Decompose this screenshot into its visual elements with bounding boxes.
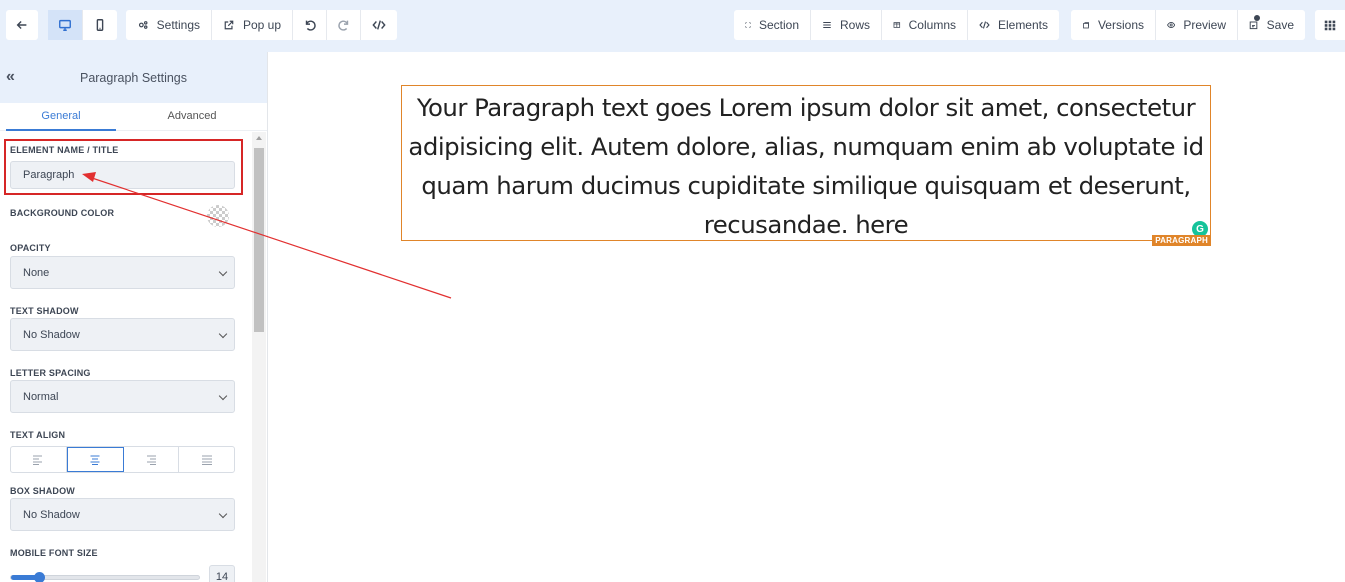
tab-general[interactable]: General (0, 103, 122, 130)
unsaved-indicator (1254, 15, 1260, 21)
settings-button[interactable]: Settings (126, 10, 212, 40)
background-color-swatch[interactable] (207, 205, 229, 227)
opacity-select[interactable]: None (10, 256, 235, 289)
chevron-down-icon (218, 267, 228, 277)
redo-icon (337, 20, 348, 31)
settings-label: Settings (156, 18, 200, 32)
rows-icon (823, 22, 831, 28)
opacity-value: None (23, 266, 50, 279)
align-justify-icon (201, 455, 212, 465)
sidebar-title: Paragraph Settings (79, 70, 187, 85)
versions-button[interactable]: Versions (1071, 10, 1156, 40)
code-button[interactable] (361, 10, 397, 40)
versions-label: Versions (1097, 18, 1144, 32)
collapse-sidebar-icon[interactable]: « (6, 68, 15, 86)
align-right-icon (146, 455, 156, 465)
letter-spacing-select[interactable]: Normal (10, 380, 235, 413)
slider-handle[interactable] (34, 572, 45, 582)
apps-menu-button[interactable] (1315, 10, 1345, 40)
text-shadow-label: TEXT SHADOW (10, 306, 79, 316)
desktop-view-button[interactable] (48, 10, 83, 40)
chevron-down-icon (218, 391, 228, 401)
redo-button[interactable] (327, 10, 361, 40)
rows-label: Rows (839, 18, 870, 32)
text-shadow-select[interactable]: No Shadow (10, 318, 235, 351)
element-type-badge: PARAGRAPH (1152, 235, 1211, 246)
grid-icon (1324, 20, 1336, 31)
popup-button[interactable]: Pop up (212, 10, 293, 40)
device-toggle (48, 10, 117, 40)
sidebar-fields: ELEMENT NAME / TITLE Paragraph BACKGROUN… (0, 132, 252, 582)
rows-button[interactable]: Rows (811, 10, 882, 40)
sidebar-tabs: General Advanced (0, 103, 267, 131)
preview-button[interactable]: Preview (1156, 10, 1238, 40)
sidebar-header: « Paragraph Settings (0, 52, 267, 103)
chevron-down-icon (218, 509, 228, 519)
element-name-input[interactable]: Paragraph (10, 161, 235, 189)
columns-label: Columns (908, 18, 956, 32)
mobile-font-size-slider[interactable] (10, 572, 200, 582)
save-label: Save (1266, 18, 1294, 32)
section-label: Section (758, 18, 799, 32)
preview-label: Preview (1183, 18, 1226, 32)
text-shadow-value: No Shadow (23, 328, 80, 341)
mobile-view-button[interactable] (83, 10, 117, 40)
box-shadow-value: No Shadow (23, 508, 80, 521)
eye-icon (1167, 21, 1176, 29)
mobile-font-size-label: MOBILE FONT SIZE (10, 548, 98, 558)
apps-group (1315, 10, 1345, 40)
sidebar-scrollbar[interactable] (252, 132, 266, 582)
opacity-label: OPACITY (10, 243, 51, 253)
settings-sidebar: « Paragraph Settings General Advanced EL… (0, 52, 268, 582)
box-shadow-label: BOX SHADOW (10, 486, 75, 496)
paragraph-element[interactable]: Your Paragraph text goes Lorem ipsum dol… (401, 85, 1211, 246)
top-toolbar: Settings Pop up Section Rows Columns Ele… (0, 0, 1345, 52)
columns-button[interactable]: Columns (882, 10, 968, 40)
main-actions: Settings Pop up (126, 10, 397, 40)
publish-group: Versions Preview Save (1071, 10, 1305, 40)
scrollbar-thumb[interactable] (254, 148, 264, 332)
external-link-icon (224, 20, 234, 30)
align-left-button[interactable] (11, 447, 67, 472)
elements-button[interactable]: Elements (968, 10, 1059, 40)
columns-icon (893, 22, 901, 28)
element-name-label: ELEMENT NAME / TITLE (10, 145, 119, 155)
expand-icon (745, 22, 751, 28)
letter-spacing-label: LETTER SPACING (10, 368, 91, 378)
undo-button[interactable] (293, 10, 327, 40)
paragraph-text[interactable]: Your Paragraph text goes Lorem ipsum dol… (402, 88, 1210, 244)
popup-label: Pop up (242, 18, 281, 32)
section-button[interactable]: Section (734, 10, 811, 40)
gears-icon (138, 21, 148, 29)
arrow-left-icon (16, 21, 27, 29)
back-button[interactable] (6, 10, 38, 40)
align-center-icon (90, 455, 100, 465)
tab-advanced[interactable]: Advanced (122, 103, 262, 130)
letter-spacing-value: Normal (23, 390, 59, 403)
editor-canvas: Your Paragraph text goes Lorem ipsum dol… (268, 52, 1345, 582)
active-tab-indicator (6, 129, 116, 131)
back-group (6, 10, 38, 40)
desktop-icon (59, 19, 71, 31)
versions-icon (1083, 22, 1089, 29)
structure-group: Section Rows Columns Elements (734, 10, 1059, 40)
save-button[interactable]: Save (1238, 10, 1305, 40)
scroll-up-arrow-icon[interactable] (256, 136, 262, 140)
undo-icon (305, 20, 316, 31)
align-left-icon (33, 455, 43, 465)
text-align-control (10, 446, 235, 473)
mobile-icon (96, 19, 104, 31)
align-center-button[interactable] (66, 447, 124, 472)
text-align-label: TEXT ALIGN (10, 430, 66, 440)
background-color-label: BACKGROUND COLOR (10, 208, 115, 218)
box-shadow-select[interactable]: No Shadow (10, 498, 235, 531)
code-icon (979, 21, 990, 29)
align-right-button[interactable] (124, 447, 180, 472)
elements-label: Elements (997, 18, 1048, 32)
mobile-font-size-input[interactable]: 14 (209, 565, 235, 582)
chevron-down-icon (218, 329, 228, 339)
align-justify-button[interactable] (179, 447, 234, 472)
code-icon (372, 20, 386, 30)
